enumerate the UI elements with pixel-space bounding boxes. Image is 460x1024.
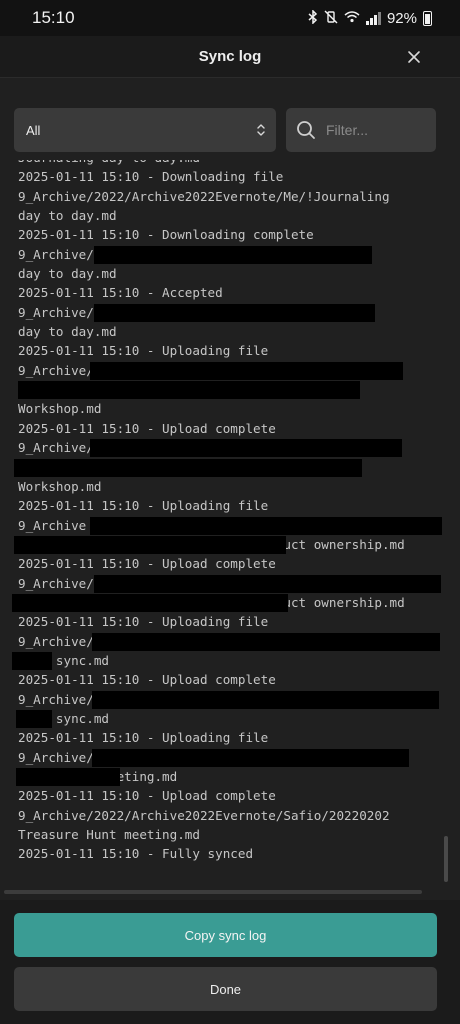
log-line: Journaling day to day.md: [18, 160, 442, 167]
vertical-scrollbar[interactable]: [444, 836, 448, 882]
log-line: 2025-01-11 15:10 - Upload complete: [18, 788, 276, 804]
log-line: 2025-01-11 15:10 - Upload complete: [18, 420, 276, 436]
log-line: sync.md: [16, 709, 109, 728]
log-line: 2025-01-11 15:10 - Uploading file: [18, 498, 269, 514]
log-line: day to day.md: [18, 208, 117, 224]
status-time: 15:10: [32, 8, 75, 27]
redaction-block: [94, 245, 372, 264]
status-bar: 15:10 92%: [0, 0, 460, 36]
bluetooth-icon: [308, 8, 318, 27]
filter-search-box[interactable]: [286, 108, 436, 152]
redaction-block: [16, 768, 120, 786]
redaction-block: [90, 361, 403, 380]
search-icon: [297, 121, 315, 139]
redaction-block: [90, 516, 442, 535]
wifi-icon: [344, 10, 360, 26]
redaction-block: [12, 651, 52, 670]
log-line: 9_Archive/: [18, 574, 442, 593]
log-line: 9_Archive/: [18, 361, 442, 380]
copy-sync-log-button[interactable]: Copy sync log: [14, 913, 437, 957]
log-line: [14, 458, 442, 477]
log-line: sync.md: [12, 651, 442, 670]
modal-header: Sync log: [0, 36, 460, 78]
redaction-block: [90, 439, 402, 458]
log-line: 2025-01-11 15:10 - Downloading complete: [18, 227, 314, 243]
log-level-value: All: [26, 122, 41, 138]
status-icons: 92%: [308, 8, 432, 27]
log-line: meeting.md: [16, 767, 442, 786]
horizontal-scrollbar[interactable]: [4, 890, 422, 894]
log-line: 9_Archive/2022/Archive2022Evernote/Safio…: [18, 807, 390, 823]
log-line: day to day.md: [18, 266, 117, 282]
battery-percent: 92%: [386, 9, 417, 27]
close-icon: [408, 51, 420, 63]
log-scroll-area[interactable]: Journaling day to day.md 2025-01-11 15:10…: [0, 160, 446, 888]
log-line: 9_Archive/2022/Archive2022Evernote/Me/!J…: [18, 188, 390, 204]
footer: Copy sync log Done: [0, 900, 460, 1024]
log-line: Treasure Hunt meeting.md: [18, 827, 200, 843]
chevron-up-down-icon: [257, 124, 265, 136]
log-line: 9_Archive/ ing: [18, 303, 442, 322]
log-line: 2025-01-11 15:10 - Accepted: [18, 285, 223, 301]
done-button[interactable]: Done: [14, 967, 437, 1011]
log-line: 9_Archive/ ing: [18, 245, 442, 264]
filter-input[interactable]: [326, 122, 426, 138]
redaction-block: [94, 574, 441, 593]
redaction-block: [18, 381, 360, 400]
log-line: 9_Archive: [18, 516, 442, 535]
log-line: 2025-01-11 15:10 - Upload complete: [18, 556, 276, 572]
redaction-block: [16, 709, 52, 728]
modal-title: Sync log: [198, 48, 262, 65]
redaction-block: [12, 593, 288, 612]
close-button[interactable]: [402, 45, 426, 69]
vibrate-mute-icon: [324, 10, 338, 27]
log-line: 2025-01-11 15:10 - Uploading file: [18, 614, 269, 630]
log-line: 9_Archive/: [18, 748, 442, 767]
signal-icon: [365, 11, 381, 25]
sync-log-panel: All Journaling day to day.md 2025-01-11 1…: [0, 78, 460, 900]
redaction-block: [92, 632, 440, 651]
log-line: [18, 380, 442, 400]
log-line: 9_Archive/: [18, 690, 442, 709]
log-line: 2025-01-11 15:10 - Uploading file: [18, 343, 269, 359]
redaction-block: [92, 748, 409, 767]
log-line: product ownership.md: [12, 593, 442, 612]
redaction-block: [92, 690, 439, 709]
log-line: Workshop.md: [18, 478, 102, 494]
log-line: product ownership.md: [14, 535, 442, 554]
log-line: 9_Archive/: [18, 438, 442, 458]
log-level-select[interactable]: All: [14, 108, 276, 152]
log-line: day to day.md: [18, 324, 117, 340]
redaction-block: [94, 303, 375, 322]
log-line: Workshop.md: [18, 401, 102, 417]
log-line: 2025-01-11 15:10 - Upload complete: [18, 672, 276, 688]
redaction-block: [14, 535, 286, 554]
log-list: Journaling day to day.md 2025-01-11 15:10…: [12, 160, 442, 864]
redaction-block: [14, 458, 362, 477]
log-line: 2025-01-11 15:10 - Downloading file: [18, 169, 284, 185]
filter-row: All: [14, 108, 436, 152]
log-line: 2025-01-11 15:10 - Uploading file: [18, 730, 269, 746]
battery-icon: [423, 10, 432, 26]
log-line: 2025-01-11 15:10 - Fully synced: [18, 846, 254, 862]
log-line: 9_Archive/: [18, 632, 442, 651]
